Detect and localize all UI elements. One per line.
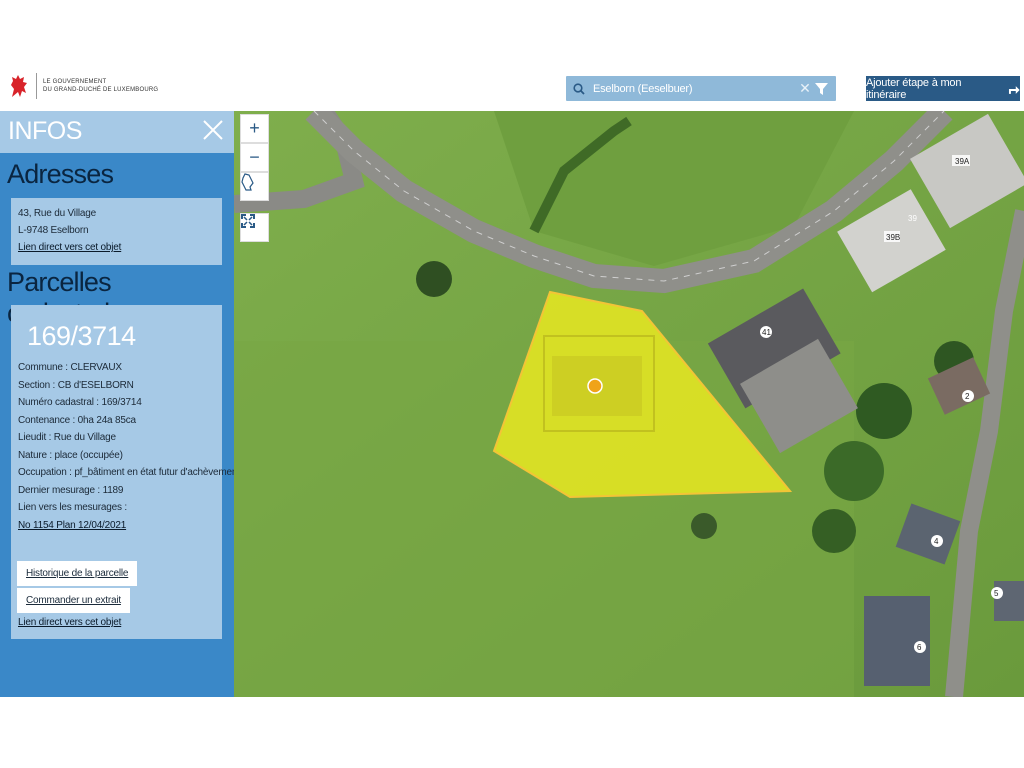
parcel-commune: Commune : CLERVAUX xyxy=(18,362,122,373)
house-number: 39 xyxy=(908,214,917,223)
search-input[interactable] xyxy=(591,81,798,96)
add-to-route-label: Ajouter étape à mon itinéraire xyxy=(866,76,962,101)
search-icon[interactable] xyxy=(573,82,585,95)
address-card: 43, Rue du Village L-9748 Eselborn Lien … xyxy=(11,198,222,265)
building xyxy=(994,581,1024,621)
fullscreen-icon xyxy=(241,214,255,228)
zoom-in-button[interactable]: + xyxy=(240,114,269,143)
parcel-section: Section : CB d'ESELBORN xyxy=(18,380,134,391)
search-bar[interactable]: ✕ xyxy=(566,76,836,101)
parcel-cadastral-number: Numéro cadastral : 169/3714 xyxy=(18,397,142,408)
house-number: 41 xyxy=(762,328,771,337)
info-panel: INFOS Adresses 43, Rue du Village L-9748… xyxy=(0,111,234,697)
address-direct-link[interactable]: Lien direct vers cet objet xyxy=(18,242,121,253)
tree-cluster xyxy=(824,441,884,501)
filter-funnel-icon[interactable] xyxy=(815,82,828,95)
parcel-history-button[interactable]: Historique de la parcelle xyxy=(17,561,138,586)
addresses-heading: Adresses xyxy=(7,159,114,189)
fullscreen-button[interactable] xyxy=(240,213,269,242)
parcel-measurements-label: Lien vers les mesurages : xyxy=(18,502,127,513)
luxembourg-outline-icon xyxy=(241,173,254,191)
zoom-out-button[interactable]: − xyxy=(240,143,269,172)
house-number: 5 xyxy=(994,589,999,598)
gov-line-1: LE GOUVERNEMENT xyxy=(43,79,107,85)
lion-crest-icon xyxy=(11,75,27,97)
logo-separator xyxy=(36,73,37,99)
parcel-direct-link[interactable]: Lien direct vers cet objet xyxy=(18,617,121,628)
gov-line-2: DU GRAND-DUCHÉ DE LUXEMBOURG xyxy=(43,87,159,93)
building-solar-roof xyxy=(864,596,930,686)
parcel-card: 169/3714 Commune : CLERVAUX Section : CB… xyxy=(11,305,234,639)
country-extent-button[interactable] xyxy=(240,172,269,201)
parcel-occupation: Occupation : pf_bâtiment en état futur d… xyxy=(18,467,234,478)
government-logo[interactable]: LE GOUVERNEMENT DU GRAND-DUCHÉ DE LUXEMB… xyxy=(8,73,158,99)
parcel-last-measurement: Dernier mesurage : 1189 xyxy=(18,485,124,496)
address-street: 43, Rue du Village xyxy=(18,208,96,219)
parcel-measurements-link[interactable]: No 1154 Plan 12/04/2021 xyxy=(18,520,126,531)
aerial-map[interactable]: 39A 39 39B 41 2 4 5 6 xyxy=(234,111,1024,697)
order-extract-button[interactable]: Commander un extrait xyxy=(17,588,130,613)
footer xyxy=(0,697,1024,768)
house-number: 39A xyxy=(955,157,970,166)
close-icon[interactable] xyxy=(202,119,224,141)
house-number: 39B xyxy=(886,233,900,242)
add-to-route-button[interactable]: Ajouter étape à mon itinéraire xyxy=(866,76,1020,101)
parcel-nature: Nature : place (occupée) xyxy=(18,450,123,461)
panel-title-bar: INFOS xyxy=(0,111,234,153)
house-number: 2 xyxy=(965,392,970,401)
single-tree xyxy=(416,261,452,297)
header: LE GOUVERNEMENT DU GRAND-DUCHÉ DE LUXEMB… xyxy=(0,0,1024,111)
single-tree xyxy=(691,513,717,539)
map-view[interactable]: 39A 39 39B 41 2 4 5 6 + − xyxy=(234,111,1024,697)
tree-cluster xyxy=(856,383,912,439)
house-number: 4 xyxy=(934,537,939,546)
address-postcode: L-9748 Eselborn xyxy=(18,225,89,236)
tree-cluster xyxy=(812,509,856,553)
parcel-number: 169/3714 xyxy=(27,321,136,351)
clear-icon[interactable]: ✕ xyxy=(798,80,812,97)
panel-title: INFOS xyxy=(8,117,82,145)
parcel-center-marker[interactable] xyxy=(587,378,603,394)
route-arrow-icon xyxy=(1009,85,1020,94)
parcel-contenance: Contenance : 0ha 24a 85ca xyxy=(18,415,136,426)
house-number: 6 xyxy=(917,643,922,652)
government-name: LE GOUVERNEMENT DU GRAND-DUCHÉ DE LUXEMB… xyxy=(43,78,158,94)
parcel-lieudit: Lieudit : Rue du Village xyxy=(18,432,116,443)
